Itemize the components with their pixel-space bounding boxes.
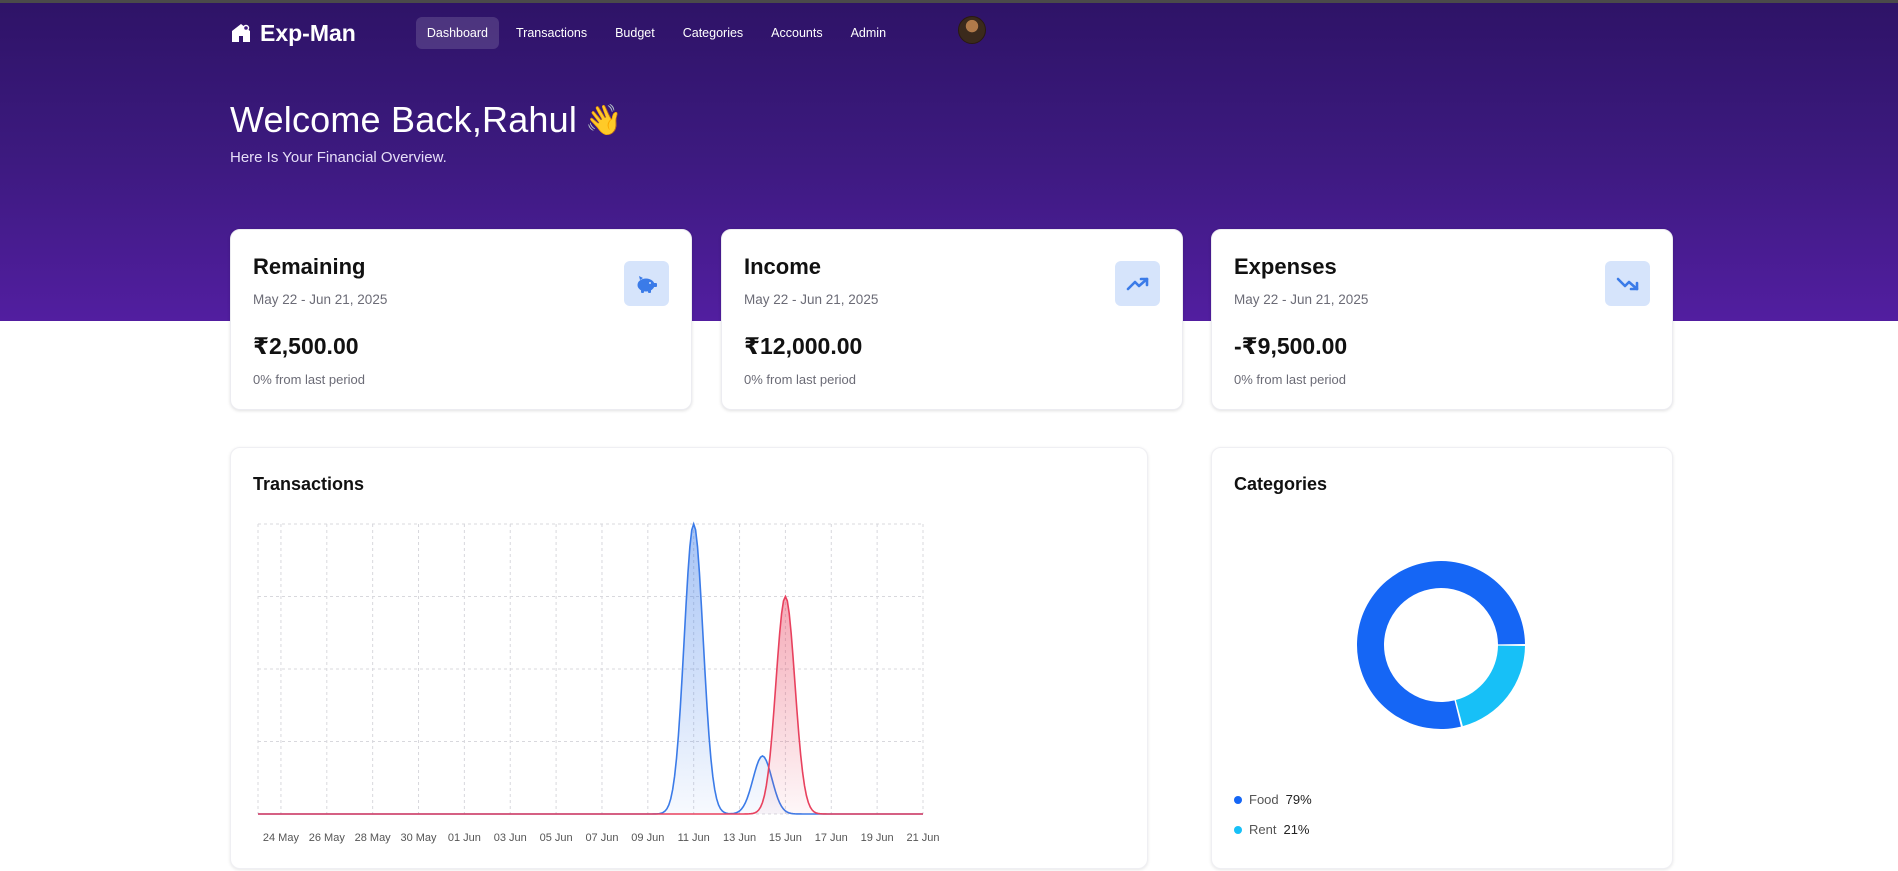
card-amount: ₹12,000.00: [744, 333, 863, 359]
brand-logo[interactable]: Exp-Man: [230, 20, 356, 47]
card-change: 0% from last period: [744, 372, 856, 387]
legend-label: Food: [1249, 792, 1279, 807]
card-change: 0% from last period: [1234, 372, 1346, 387]
piggy-bank-icon: [624, 261, 669, 306]
trending-down-icon: [1605, 261, 1650, 306]
transactions-panel: Transactions 24 May 26 May 28 May 30 May 01 …: [230, 447, 1148, 869]
card-title: Remaining: [253, 254, 366, 279]
transactions-chart: 24 May 26 May 28 May 30 May 01 Jun 03 Jun 05 J…: [257, 521, 940, 844]
card-date-range: May 22 - Jun 21, 2025: [744, 292, 879, 307]
card-change: 0% from last period: [253, 372, 365, 387]
card-title: Expenses: [1234, 254, 1337, 279]
x-tick-label: 28 May: [355, 832, 392, 844]
x-tick-label: 26 May: [309, 832, 346, 844]
x-tick-label: 11 Jun: [678, 832, 710, 844]
x-tick-label: 03 Jun: [494, 832, 527, 844]
expenses-card: Expenses May 22 - Jun 21, 2025 -₹9,500.0…: [1211, 229, 1673, 410]
legend-dot: [1234, 825, 1242, 834]
x-tick-label: 13 Jun: [723, 832, 756, 844]
categories-panel: Categories Food 79% Rent 21%: [1211, 447, 1673, 869]
legend-dot: [1234, 795, 1242, 804]
welcome-subtitle: Here Is Your Financial Overview.: [230, 149, 447, 166]
nav-item-budget[interactable]: Budget: [604, 17, 666, 49]
welcome-text: Welcome Back,Rahul: [230, 99, 578, 140]
x-tick-label: 05 Jun: [540, 832, 573, 844]
panel-title: Categories: [1234, 474, 1328, 494]
legend-item-rent: Rent 21%: [1234, 822, 1310, 837]
user-avatar[interactable]: [958, 16, 986, 44]
x-tick-label: 15 Jun: [769, 832, 802, 844]
slice-rent: [1455, 645, 1525, 727]
nav-links: Dashboard Transactions Budget Categories…: [415, 17, 897, 49]
card-amount: -₹9,500.00: [1234, 333, 1348, 359]
series-line: [258, 594, 923, 815]
series-area: [258, 596, 923, 814]
categories-donut-chart: [1357, 561, 1525, 729]
x-tick-label: 17 Jun: [815, 832, 848, 844]
legend-percent: 79%: [1285, 792, 1312, 807]
home-icon: [230, 22, 252, 44]
income-card: Income May 22 - Jun 21, 2025 ₹12,000.00 …: [721, 229, 1183, 410]
x-tick-label: 09 Jun: [631, 832, 664, 844]
x-tick-label: 19 Jun: [861, 832, 894, 844]
card-amount: ₹2,500.00: [253, 333, 359, 359]
legend-percent: 21%: [1283, 822, 1310, 837]
card-date-range: May 22 - Jun 21, 2025: [253, 292, 388, 307]
nav-item-transactions[interactable]: Transactions: [505, 17, 598, 49]
remaining-card: Remaining May 22 - Jun 21, 2025 ₹2,500.0…: [230, 229, 692, 410]
series-1: [258, 594, 923, 815]
x-tick-label: 30 May: [400, 832, 437, 844]
legend-label: Rent: [1249, 822, 1277, 837]
x-tick-label: 21 Jun: [906, 832, 939, 844]
card-date-range: May 22 - Jun 21, 2025: [1234, 292, 1369, 307]
nav-item-dashboard[interactable]: Dashboard: [415, 17, 499, 49]
welcome-heading: Welcome Back,Rahul 👋: [230, 99, 623, 141]
trending-up-icon: [1115, 261, 1160, 306]
x-tick-label: 07 Jun: [585, 832, 618, 844]
card-title: Income: [744, 254, 822, 279]
x-tick-label: 01 Jun: [448, 832, 481, 844]
legend-item-food: Food 79%: [1234, 792, 1312, 807]
nav-item-categories[interactable]: Categories: [672, 17, 754, 49]
nav-item-accounts[interactable]: Accounts: [760, 17, 833, 49]
x-tick-label: 24 May: [263, 832, 300, 844]
waving-hand-icon: 👋: [585, 103, 623, 137]
nav-item-admin[interactable]: Admin: [840, 17, 897, 49]
brand-name: Exp-Man: [260, 19, 356, 46]
chart-grid: [257, 523, 924, 815]
top-nav: Exp-Man Dashboard Transactions Budget Ca…: [230, 16, 897, 50]
